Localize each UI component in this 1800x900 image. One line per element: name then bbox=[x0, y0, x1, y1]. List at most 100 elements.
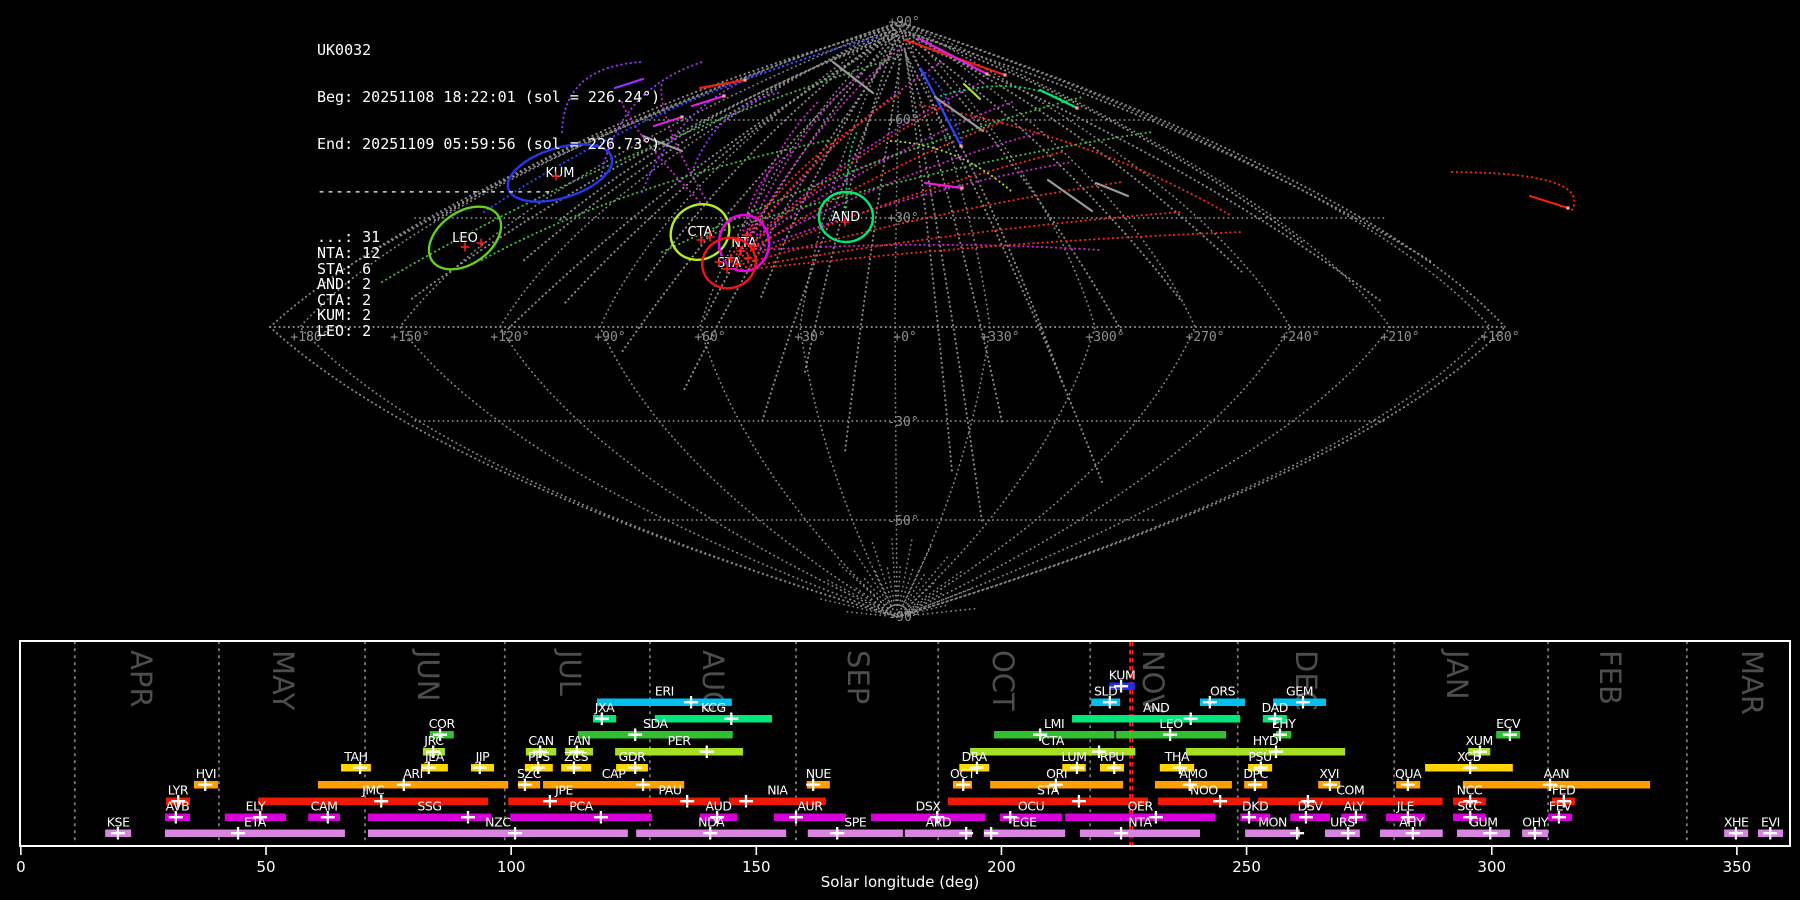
month-label-jan: JAN bbox=[1440, 648, 1474, 700]
shower-label-ecv: ECV bbox=[1496, 716, 1521, 731]
activity-bar-noo bbox=[1157, 797, 1251, 805]
peak-marker-sta bbox=[1071, 795, 1086, 808]
shower-label-jle: JLE bbox=[1396, 799, 1415, 814]
shower-label-ncc: NCC bbox=[1457, 783, 1483, 798]
shower-label-jpe: JPE bbox=[554, 783, 573, 798]
shower-label-sld: SLD bbox=[1094, 684, 1117, 699]
peak-marker-ssg bbox=[461, 811, 476, 824]
longitude-label: +240° bbox=[1280, 330, 1319, 345]
meteor-trail-dotted bbox=[844, 131, 858, 218]
meteor-trail-dotted bbox=[804, 35, 897, 373]
peak-marker-eri bbox=[684, 696, 699, 709]
meteor-end-dot bbox=[985, 72, 989, 76]
longitude-label: +0° bbox=[893, 330, 916, 345]
shower-label-lyr: LYR bbox=[168, 783, 189, 798]
peak-marker-nta bbox=[1114, 827, 1129, 840]
begin-time: Beg: 20251108 18:22:01 (sol = 226.24°) bbox=[317, 87, 661, 106]
activity-bar-jmc bbox=[258, 797, 489, 805]
shower-label-can: CAN bbox=[528, 733, 553, 748]
x-axis-title: Solar longitude (deg) bbox=[821, 873, 979, 891]
peak-marker-ard bbox=[959, 827, 974, 840]
shower-label-avb: AVB bbox=[166, 799, 190, 814]
meteor-trail-dotted bbox=[740, 211, 1183, 269]
shower-label-qua: QUA bbox=[1395, 766, 1422, 781]
shower-label-xcb: XCB bbox=[1457, 749, 1481, 764]
shower-label-mon: MON bbox=[1258, 815, 1287, 830]
map-outline-lower bbox=[269, 326, 1506, 618]
shower-label-jea: JEA bbox=[424, 749, 445, 764]
shower-label-cor: COR bbox=[429, 716, 456, 731]
shower-label-psu: PSU bbox=[1248, 749, 1272, 764]
x-tick-label: 200 bbox=[987, 858, 1016, 876]
peak-marker-kcg bbox=[724, 712, 739, 725]
shower-label-scc: SCC bbox=[1457, 799, 1482, 814]
shower-label-zcs: ZCS bbox=[564, 749, 588, 764]
latitude-label: +90° bbox=[888, 15, 919, 30]
shower-label-aan: AAN bbox=[1544, 766, 1570, 781]
activity-bar-jpe bbox=[508, 797, 620, 805]
pole-fan-spoke bbox=[871, 540, 895, 607]
x-tick-label: 300 bbox=[1477, 858, 1506, 876]
shower-label-aly: ALY bbox=[1344, 799, 1365, 814]
shower-label-tah: TAH bbox=[343, 749, 367, 764]
shower-label-evi: EVI bbox=[1761, 815, 1780, 830]
shower-label-nda: NDA bbox=[698, 815, 725, 830]
shower-label-xhe: XHE bbox=[1724, 815, 1749, 830]
shower-count: LEO: 2 bbox=[317, 321, 372, 340]
meteor-end-dot bbox=[1075, 106, 1079, 110]
radiant-plot: KUM LEO CTA NTA STA AND +90° +60° +30° -30° -60° -9… bbox=[16, 15, 1791, 891]
shower-label-hyd: HYD bbox=[1253, 733, 1278, 748]
shower-label-amo: AMO bbox=[1179, 766, 1208, 781]
x-tick-label: 250 bbox=[1232, 858, 1261, 876]
month-label-mar: MAR bbox=[1735, 650, 1769, 715]
station-id: UK0032 bbox=[317, 41, 372, 60]
shower-label-dsv: DSV bbox=[1298, 799, 1324, 814]
shower-label-gum: GUM bbox=[1469, 815, 1497, 830]
pole-fan-spoke bbox=[853, 586, 888, 611]
longitude-label: +60° bbox=[694, 330, 725, 345]
latitude-label: -30° bbox=[887, 415, 918, 430]
shower-label-ahy: AHY bbox=[1399, 815, 1424, 830]
longitude-label: +210° bbox=[1380, 330, 1419, 345]
meteor-streak-solid bbox=[933, 95, 985, 133]
meteor-end-dot bbox=[722, 94, 726, 98]
shower-label-nia: NIA bbox=[767, 783, 788, 798]
shower-label-hvi: HVI bbox=[196, 766, 216, 781]
longitude-label: +300° bbox=[1085, 330, 1124, 345]
activity-bar-pca bbox=[510, 813, 652, 821]
activity-bar-eta bbox=[164, 829, 345, 837]
activity-bar-sda bbox=[577, 731, 733, 739]
shower-label-per: PER bbox=[668, 733, 692, 748]
shower-label-lum: LUM bbox=[1061, 749, 1086, 764]
observation-info: UK0032 Beg: 20251108 18:22:01 (sol = 226… bbox=[317, 12, 660, 355]
shower-label-eta: ETA bbox=[244, 815, 267, 830]
shower-label-fev: FEV bbox=[1549, 799, 1572, 814]
peak-marker-and bbox=[1183, 712, 1198, 725]
shower-label-ohy: OHY bbox=[1522, 815, 1548, 830]
shower-label-aud: AUD bbox=[705, 799, 731, 814]
shower-label-lmi: LMI bbox=[1044, 716, 1064, 731]
month-label-oct: OCT bbox=[986, 650, 1020, 711]
shower-label-aur: AUR bbox=[797, 799, 823, 814]
month-label-apr: APR bbox=[124, 650, 158, 707]
shower-label-jmc: JMC bbox=[361, 783, 385, 798]
shower-label-pps: PPS bbox=[528, 749, 550, 764]
peak-marker-eta bbox=[231, 827, 246, 840]
shower-label-dsx: DSX bbox=[916, 799, 942, 814]
x-tick-label: 350 bbox=[1723, 858, 1752, 876]
shower-label-cam: CAM bbox=[311, 799, 338, 814]
longitude-label: +30° bbox=[794, 330, 825, 345]
activity-bar-kcg bbox=[654, 715, 772, 723]
end-time: End: 20251109 05:59:56 (sol = 226.73°) bbox=[317, 134, 661, 153]
shower-label-sta: STA bbox=[1037, 783, 1060, 798]
shower-label-gdr: GDR bbox=[619, 749, 647, 764]
x-tick-label: 50 bbox=[256, 858, 275, 876]
shower-label-ehy: EHY bbox=[1272, 716, 1296, 731]
meridian-line bbox=[896, 21, 1492, 618]
shower-label-dkd: DKD bbox=[1242, 799, 1268, 814]
shower-label-ege: EGE bbox=[1012, 815, 1037, 830]
shower-label-ard: ARD bbox=[926, 815, 952, 830]
shower-label-noo: NOO bbox=[1190, 783, 1218, 798]
pole-fan-spoke bbox=[891, 536, 898, 606]
shower-label-urs: URS bbox=[1330, 815, 1355, 830]
